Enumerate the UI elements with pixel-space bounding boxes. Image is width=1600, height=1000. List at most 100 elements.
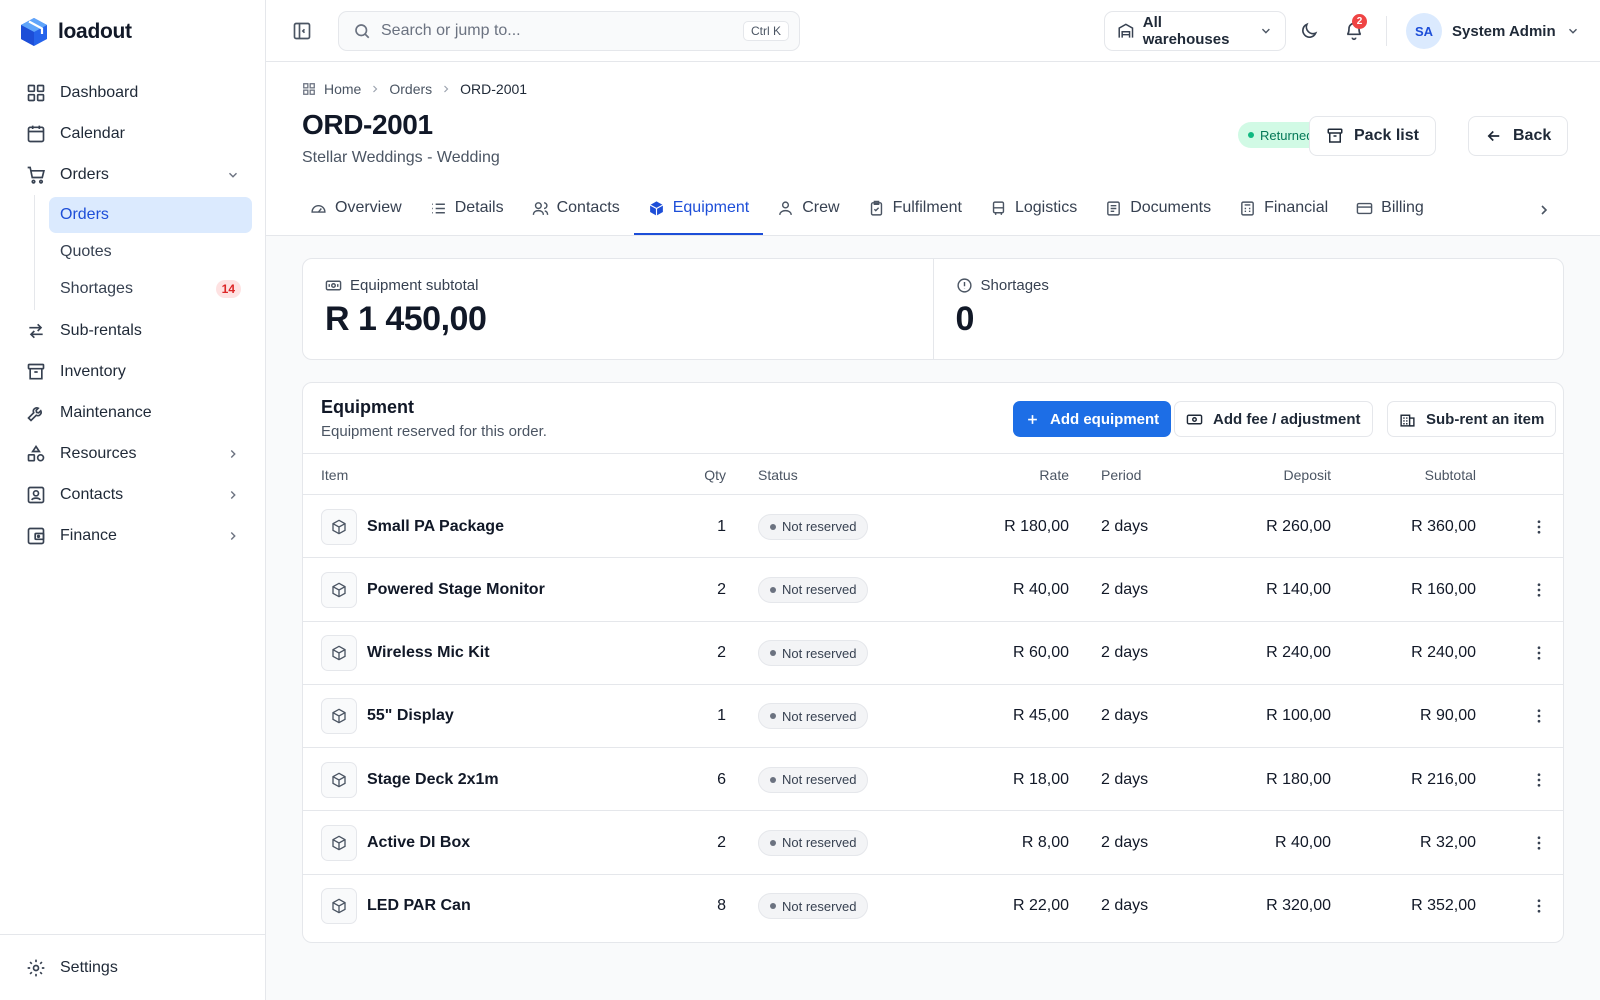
pack-list-button[interactable]: Pack list [1309, 116, 1436, 156]
add-equipment-button[interactable]: Add equipment [1013, 401, 1172, 437]
search-input[interactable]: Search or jump to... Ctrl K [338, 11, 800, 51]
sub-rent-button[interactable]: Sub-rent an item [1387, 401, 1557, 437]
status-dot [770, 586, 776, 593]
chevron-right-icon [440, 83, 452, 95]
table-row[interactable]: Active DI Box 2 Not reserved R 8,00 2 da… [303, 811, 1563, 875]
moon-icon[interactable] [1299, 21, 1319, 41]
add-fee-button[interactable]: Add fee / adjustment [1174, 401, 1373, 437]
sidebar-subitem-orders[interactable]: Orders [49, 197, 252, 233]
item-name[interactable]: Small PA Package [367, 518, 504, 536]
item-period: 2 days [1101, 897, 1149, 915]
brand[interactable]: loadout [20, 16, 132, 48]
item-subtotal: R 90,00 [1419, 707, 1476, 725]
item-rate: R 180,00 [1004, 517, 1069, 535]
reservation-status-badge: Not reserved [758, 513, 869, 540]
breadcrumb-orders[interactable]: Orders [389, 81, 432, 97]
tab-label: Contacts [556, 199, 620, 216]
status-dot [770, 713, 776, 720]
chevron-right-icon [369, 83, 381, 95]
back-button[interactable]: Back [1468, 116, 1569, 156]
sidebar-subitem-shortages[interactable]: Shortages 14 [49, 271, 252, 307]
item-name[interactable]: Active DI Box [367, 834, 470, 852]
item-qty: 2 [717, 644, 726, 662]
more-vertical-icon[interactable] [1530, 581, 1548, 599]
breadcrumb: Home Orders ORD-2001 [302, 81, 527, 97]
item-qty: 2 [717, 580, 726, 598]
more-vertical-icon[interactable] [1530, 897, 1548, 915]
item-name[interactable]: 55" Display [367, 707, 454, 725]
tab-overview[interactable]: Overview [296, 183, 416, 235]
table-row[interactable]: LED PAR Can 8 Not reserved R 22,00 2 day… [303, 875, 1563, 938]
tab-label: Details [454, 199, 504, 216]
item-rate: R 40,00 [1012, 580, 1069, 598]
sidebar-item-orders[interactable]: Orders [14, 154, 252, 195]
sidebar-item-label: Sub-rentals [60, 321, 142, 339]
sidebar-item-inventory[interactable]: Inventory [14, 351, 252, 392]
sidebar-item-sub-rentals[interactable]: Sub-rentals [14, 310, 252, 351]
table-row[interactable]: Powered Stage Monitor 2 Not reserved R 4… [303, 558, 1563, 622]
chevron-right-icon[interactable] [1536, 202, 1552, 218]
more-vertical-icon[interactable] [1530, 644, 1548, 662]
item-name[interactable]: Powered Stage Monitor [367, 581, 545, 599]
tab-logistics[interactable]: Logistics [976, 183, 1091, 235]
breadcrumb-home[interactable]: Home [324, 81, 361, 97]
reservation-status-label: Not reserved [782, 835, 857, 851]
item-rate: R 60,00 [1012, 644, 1069, 662]
sidebar-item-settings[interactable]: Settings [14, 947, 251, 988]
equipment-card: Equipment Equipment reserved for this or… [302, 382, 1564, 943]
tab-details[interactable]: Details [416, 183, 518, 235]
package-icon [321, 635, 357, 672]
tab-fulfilment[interactable]: Fulfilment [854, 183, 976, 235]
more-vertical-icon[interactable] [1530, 707, 1548, 725]
box-icon [648, 200, 665, 217]
item-rate: R 8,00 [1021, 833, 1069, 851]
tab-billing[interactable]: Billing [1342, 183, 1438, 235]
tab-documents[interactable]: Documents [1091, 183, 1225, 235]
main-content: Home Orders ORD-2001 ORD-2001 Stellar We… [266, 62, 1600, 1000]
stat-value: 0 [955, 300, 975, 338]
item-rate: R 45,00 [1012, 707, 1069, 725]
chevron-right-icon [226, 488, 240, 502]
status-dot [770, 523, 776, 530]
item-subtotal: R 216,00 [1411, 770, 1476, 788]
status-dot [770, 650, 776, 657]
sidebar-item-resources[interactable]: Resources [14, 433, 252, 474]
column-header-rate: Rate [1039, 467, 1069, 483]
more-vertical-icon[interactable] [1530, 834, 1548, 852]
item-name[interactable]: LED PAR Can [367, 897, 471, 915]
add-fee-label: Add fee / adjustment [1213, 410, 1361, 428]
tab-financial[interactable]: Financial [1225, 183, 1342, 235]
tab-contacts[interactable]: Contacts [518, 183, 634, 235]
tab-equipment[interactable]: Equipment [633, 183, 764, 235]
table-row[interactable]: Small PA Package 1 Not reserved R 180,00… [303, 495, 1563, 559]
sub-rent-label: Sub-rent an item [1426, 410, 1545, 428]
sidebar-item-contacts[interactable]: Contacts [14, 474, 252, 515]
sidebar-item-calendar[interactable]: Calendar [14, 113, 252, 154]
sidebar-toggle-icon[interactable] [292, 21, 312, 41]
sidebar-subitem-quotes[interactable]: Quotes [49, 234, 252, 270]
column-header-qty: Qty [704, 467, 726, 483]
more-vertical-icon[interactable] [1530, 518, 1548, 536]
order-tabs: Overview Details Contacts Equipment Crew… [296, 183, 1438, 236]
table-row[interactable]: Stage Deck 2x1m 6 Not reserved R 18,00 2… [303, 748, 1563, 812]
item-name[interactable]: Stage Deck 2x1m [367, 771, 499, 789]
item-subtotal: R 240,00 [1411, 644, 1476, 662]
tab-crew[interactable]: Crew [763, 183, 853, 235]
more-vertical-icon[interactable] [1530, 771, 1548, 789]
sidebar-item-dashboard[interactable]: Dashboard [14, 72, 252, 113]
package-icon [321, 571, 357, 608]
stat-label: Shortages [980, 277, 1049, 294]
sidebar-item-finance[interactable]: Finance [14, 515, 252, 556]
sidebar-item-maintenance[interactable]: Maintenance [14, 392, 252, 433]
cart-icon [26, 165, 46, 185]
user-menu[interactable]: SA System Admin [1406, 13, 1580, 49]
wrench-icon [26, 403, 46, 423]
item-name[interactable]: Wireless Mic Kit [367, 644, 490, 662]
users-icon [532, 200, 549, 217]
sidebar: loadout Dashboard Calendar Orders Orders… [0, 0, 266, 1000]
table-row[interactable]: Wireless Mic Kit 2 Not reserved R 60,00 … [303, 622, 1563, 685]
item-subtotal: R 160,00 [1411, 580, 1476, 598]
warehouse-select[interactable]: All warehouses [1104, 11, 1286, 51]
sidebar-nav: Dashboard Calendar Orders Orders Quotes … [14, 72, 252, 556]
table-row[interactable]: 55" Display 1 Not reserved R 45,00 2 day… [303, 685, 1563, 749]
